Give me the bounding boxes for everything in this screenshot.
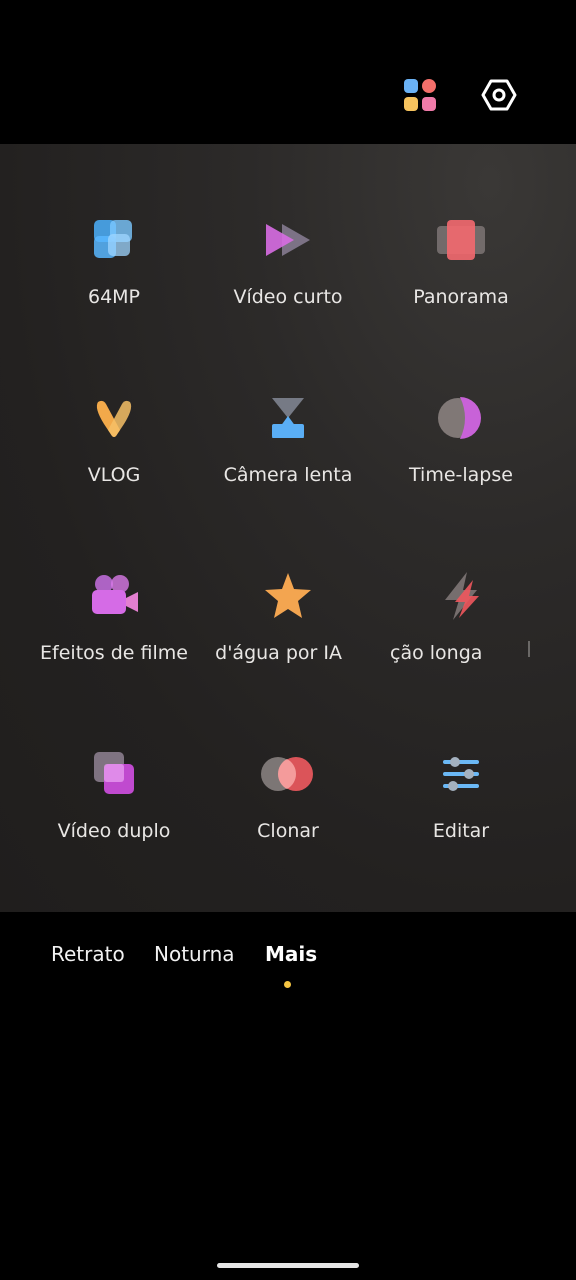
clone-icon [258,744,318,804]
mode-label: d'água por IA [215,642,342,664]
mode-label: Time-lapse [409,464,513,486]
clipped-label-edge [528,641,530,657]
bottom-bar: Retrato Noturna Mais [0,912,576,1280]
lightning-icon [431,566,491,626]
film-camera-icon [84,566,144,626]
vlog-icon [84,388,144,448]
mode-time-lapse[interactable]: Time-lapse [365,388,557,498]
mode-ai-watermark[interactable]: d'água por IA [192,566,384,676]
panorama-icon [431,210,491,270]
mode-label: ção longa [390,642,483,664]
mode-label: Panorama [413,286,509,308]
tab-mais[interactable]: Mais [265,942,317,966]
grid-64mp-icon [84,210,144,270]
settings-gear-icon[interactable] [478,74,520,116]
mode-label: Editar [432,820,490,842]
modes-panel: 64MP Vídeo curto Panorama VLOG Câmera le… [0,144,576,912]
mode-film-effects[interactable]: Efeitos de filme [18,566,210,676]
star-icon [258,566,318,626]
active-tab-indicator [284,981,291,988]
top-bar [0,0,576,144]
home-indicator[interactable] [217,1263,359,1268]
apps-grid-icon[interactable] [399,74,441,116]
mode-panorama[interactable]: Panorama [365,210,557,320]
edit-sliders-icon [431,744,491,804]
short-video-icon [258,210,318,270]
tab-retrato[interactable]: Retrato [51,942,125,966]
slow-motion-icon [258,388,318,448]
tab-noturna[interactable]: Noturna [154,942,235,966]
time-lapse-icon [431,388,491,448]
mode-edit[interactable]: Editar [365,744,557,854]
dual-video-icon [84,744,144,804]
mode-long-exposure[interactable]: ção longa [365,566,557,676]
